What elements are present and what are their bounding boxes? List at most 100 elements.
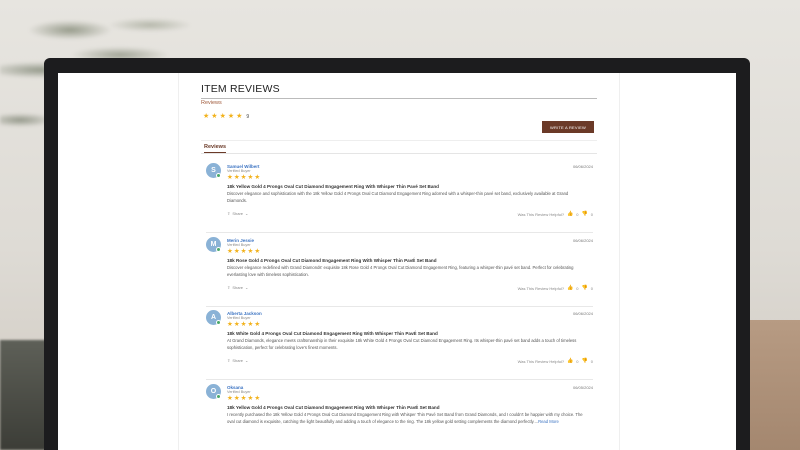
review-title: 18k Yellow Gold 4 Prongs Oval Cut Diamon… bbox=[227, 184, 439, 189]
helpful-down-count: 0 bbox=[590, 211, 593, 217]
review-card: O Oksana Verified Buyer 06/05/2024 ★ ★ ★ ★ ★ 18k … bbox=[206, 384, 593, 450]
chevron-down-icon: ⌄ bbox=[245, 211, 249, 216]
star-icon: ★ bbox=[240, 174, 247, 181]
verified-badge: Verified Buyer bbox=[227, 316, 251, 320]
review-date: 06/06/2024 bbox=[572, 238, 593, 243]
review-body: Discover elegance redefined with Grand D… bbox=[227, 265, 589, 278]
divider bbox=[201, 153, 597, 154]
summary-rating: ★ ★ ★ ★ ★ 9 bbox=[203, 113, 249, 120]
star-icon: ★ bbox=[247, 395, 254, 402]
star-icon: ★ bbox=[247, 248, 254, 255]
verified-badge: Verified Buyer bbox=[227, 243, 251, 247]
review-rating: ★ ★ ★ ★ ★ bbox=[227, 321, 261, 329]
review-card: M Merin Jessie Verified Buyer 06/06/2024 ★ ★ ★… bbox=[206, 237, 593, 307]
star-icon: ★ bbox=[227, 395, 233, 402]
review-title: 18k White Gold 4 Prongs Oval Cut Diamond… bbox=[227, 331, 438, 336]
review-title: 18k Yellow Gold 4 Prongs Oval Cut Diamon… bbox=[227, 405, 440, 410]
review-date: 06/05/2024 bbox=[572, 385, 593, 390]
star-icon: ★ bbox=[254, 321, 261, 328]
review-rating: ★ ★ ★ ★ ★ bbox=[227, 395, 261, 403]
avatar-initial: O bbox=[210, 388, 217, 395]
share-label: Share bbox=[232, 211, 244, 216]
star-icon: ★ bbox=[211, 113, 218, 120]
star-icon: ★ bbox=[227, 321, 233, 328]
verified-check-icon bbox=[216, 394, 221, 399]
star-icon: ★ bbox=[247, 174, 254, 181]
review-body: I recently purchased the 18k Yellow Gold… bbox=[227, 412, 589, 425]
helpful-section: Was This Review Helpful? 👍 0 👎 0 bbox=[518, 285, 593, 291]
star-icon: ★ bbox=[254, 395, 261, 402]
star-icon: ★ bbox=[227, 113, 235, 120]
helpful-label: Was This Review Helpful? bbox=[517, 285, 565, 291]
avatar-initial: S bbox=[211, 167, 216, 174]
helpful-down-count: 0 bbox=[590, 285, 593, 291]
star-icon: ★ bbox=[233, 174, 240, 181]
avatar-initial: M bbox=[210, 241, 217, 248]
star-icon: ★ bbox=[254, 248, 261, 255]
review-body: Discover elegance and sophistication wit… bbox=[227, 191, 589, 204]
share-icon: ⇪ bbox=[227, 285, 231, 290]
verified-check-icon bbox=[216, 320, 221, 325]
review-count: 9 bbox=[246, 113, 250, 120]
star-icon: ★ bbox=[233, 395, 240, 402]
monitor-screen: ITEM REVIEWS Reviews ★ ★ ★ ★ ★ 9 WRITE A… bbox=[58, 73, 736, 450]
chevron-down-icon: ⌄ bbox=[245, 358, 249, 363]
thumbs-down-icon[interactable]: 👎 bbox=[582, 285, 588, 291]
verified-check-icon bbox=[216, 247, 221, 252]
thumbs-up-icon[interactable]: 👍 bbox=[567, 211, 573, 217]
star-icon: ★ bbox=[240, 248, 247, 255]
share-button[interactable]: ⇪ Share ⌄ bbox=[227, 211, 248, 216]
helpful-label: Was This Review Helpful? bbox=[517, 211, 565, 217]
star-icon: ★ bbox=[254, 174, 261, 181]
thumbs-down-icon[interactable]: 👎 bbox=[582, 211, 588, 217]
page-title: ITEM REVIEWS bbox=[201, 83, 597, 99]
star-icon: ★ bbox=[247, 321, 254, 328]
helpful-section: Was This Review Helpful? 👍 0 👎 0 bbox=[518, 358, 593, 364]
share-label: Share bbox=[232, 285, 244, 290]
star-icon: ★ bbox=[233, 248, 240, 255]
review-rating: ★ ★ ★ ★ ★ bbox=[227, 174, 261, 182]
review-text: Discover elegance and sophistication wit… bbox=[227, 191, 569, 203]
divider bbox=[201, 140, 597, 141]
helpful-down-count: 0 bbox=[590, 358, 593, 364]
share-icon: ⇪ bbox=[227, 211, 231, 216]
star-icon: ★ bbox=[240, 321, 247, 328]
share-button[interactable]: ⇪ Share ⌄ bbox=[227, 358, 248, 363]
reviews-link[interactable]: Reviews bbox=[201, 100, 222, 106]
thumbs-up-icon[interactable]: 👍 bbox=[567, 358, 573, 364]
helpful-up-count: 0 bbox=[576, 285, 579, 291]
star-icon: ★ bbox=[227, 174, 233, 181]
share-label: Share bbox=[232, 358, 244, 363]
helpful-up-count: 0 bbox=[576, 211, 579, 217]
helpful-section: Was This Review Helpful? 👍 0 👎 0 bbox=[518, 211, 593, 217]
helpful-label: Was This Review Helpful? bbox=[517, 358, 565, 364]
review-title: 18k Rose Gold 4 Prongs Oval Cut Diamond … bbox=[227, 258, 437, 263]
reviews-section: ITEM REVIEWS Reviews ★ ★ ★ ★ ★ 9 WRITE A… bbox=[178, 73, 620, 450]
review-card: A Alberta Jackson Verified Buyer 06/06/2024… bbox=[206, 310, 593, 380]
review-text: Discover elegance redefined with Grand D… bbox=[227, 265, 574, 277]
star-icon: ★ bbox=[203, 113, 210, 120]
star-icon: ★ bbox=[233, 321, 240, 328]
avatar-initial: A bbox=[210, 314, 217, 321]
review-date: 06/06/2024 bbox=[572, 164, 593, 169]
share-icon: ⇪ bbox=[227, 358, 231, 363]
review-card: S Samuel Wilbert Verified Buyer 06/06/2024 ★… bbox=[206, 163, 593, 233]
chevron-down-icon: ⌄ bbox=[245, 285, 249, 290]
tab-reviews[interactable]: Reviews bbox=[204, 144, 227, 153]
thumbs-down-icon[interactable]: 👎 bbox=[582, 358, 588, 364]
review-body: At Grand Diamonds, elegance meets crafts… bbox=[227, 338, 589, 351]
verified-badge: Verified Buyer bbox=[227, 390, 251, 394]
verified-badge: Verified Buyer bbox=[227, 169, 251, 173]
read-more-link[interactable]: Read More bbox=[538, 419, 559, 424]
thumbs-up-icon[interactable]: 👍 bbox=[567, 285, 573, 291]
share-button[interactable]: ⇪ Share ⌄ bbox=[227, 285, 248, 290]
star-icon: ★ bbox=[240, 395, 247, 402]
review-date: 06/06/2024 bbox=[572, 311, 593, 316]
write-review-button[interactable]: WRITE A REVIEW bbox=[542, 121, 594, 133]
star-icon: ★ bbox=[227, 248, 233, 255]
verified-check-icon bbox=[216, 173, 221, 178]
review-text: I recently purchased the 18k Yellow Gold… bbox=[227, 412, 583, 424]
helpful-up-count: 0 bbox=[576, 358, 579, 364]
star-icon: ★ bbox=[219, 113, 226, 120]
review-text: At Grand Diamonds, elegance meets crafts… bbox=[227, 338, 577, 350]
